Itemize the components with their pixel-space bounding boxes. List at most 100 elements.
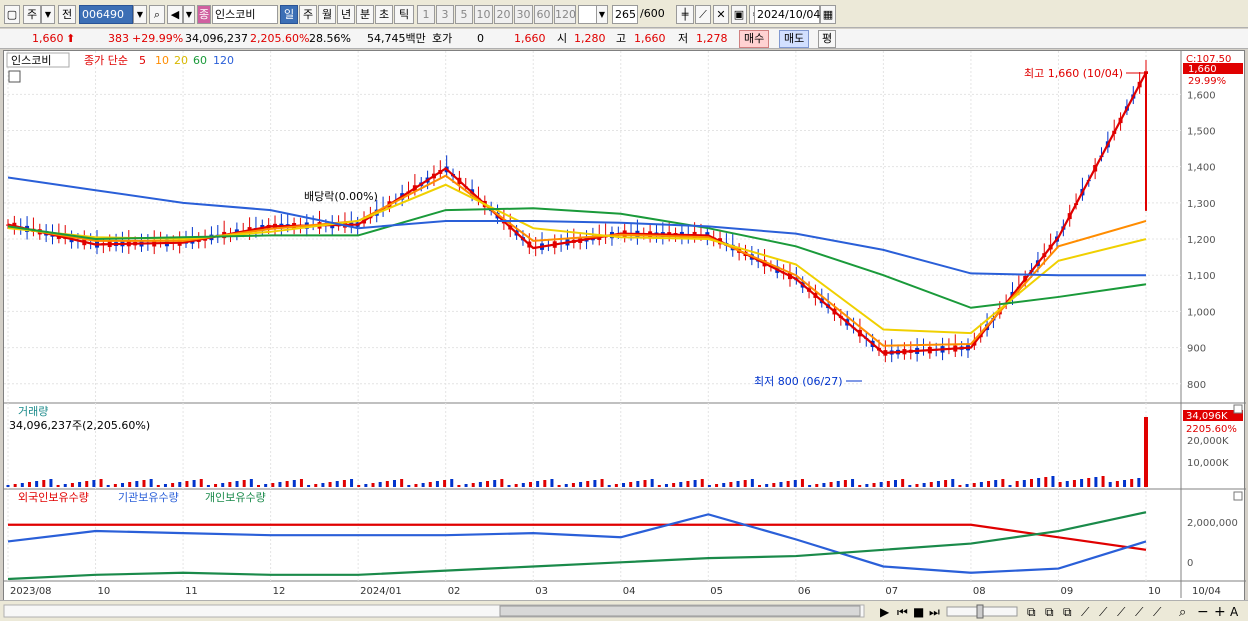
buy-button[interactable]: 매수: [739, 30, 770, 48]
ma-line-60: [7, 207, 1147, 309]
interval-3-button[interactable]: 3: [436, 5, 454, 24]
table-toggle-icon[interactable]: [8, 70, 21, 83]
text-tool-icon[interactable]: A: [1230, 605, 1239, 619]
next-icon[interactable]: ⏭: [929, 605, 940, 619]
interval-5-button[interactable]: 5: [455, 5, 473, 24]
interval-60-button[interactable]: 60: [534, 5, 553, 24]
interval-120-button[interactable]: 120: [554, 5, 576, 24]
calendar-icon[interactable]: ▦: [820, 5, 836, 24]
draw-line-icon[interactable]: ⟋: [695, 5, 711, 24]
period-day-tab[interactable]: 일: [280, 5, 298, 24]
volume-bar: [650, 479, 654, 487]
window-menu-icon[interactable]: ▢: [4, 5, 20, 24]
ma-10-label: 10: [155, 54, 169, 67]
draw-tool-icon[interactable]: ⟋: [1081, 605, 1090, 619]
chart-area[interactable]: 1,600 1,500 1,400 1,300 1,200 1,100 1,000 900 80…: [3, 50, 1246, 617]
x-tick-label: 10: [98, 586, 111, 597]
period-second-tab[interactable]: 초: [375, 5, 393, 24]
volume-bar: [486, 481, 490, 487]
evaluate-button[interactable]: 평: [818, 30, 837, 48]
prefix-label[interactable]: 전: [58, 5, 76, 24]
volume-bar: [672, 483, 676, 487]
period-week-tab[interactable]: 주: [299, 5, 317, 24]
volume-panel-close-icon[interactable]: [1233, 404, 1243, 414]
volume-bar: [249, 479, 253, 487]
scrollbar-thumb[interactable]: [499, 605, 861, 617]
interval-dropdown-icon[interactable]: ▼: [596, 5, 608, 24]
market-dropdown-icon[interactable]: ▼: [41, 5, 55, 24]
interval-1-button[interactable]: 1: [417, 5, 435, 24]
layout-3-icon[interactable]: ⧉: [1063, 605, 1072, 619]
crosshair-icon[interactable]: ✕: [713, 5, 729, 24]
volume-bar: [113, 484, 117, 487]
price-change-pct: +29.99%: [132, 32, 184, 45]
chart-canvas[interactable]: 1,600 1,500 1,400 1,300 1,200 1,100 1,000 900 80…: [4, 51, 1246, 617]
low-label: 저: [678, 32, 689, 45]
volume-tag-value: 34,096K: [1186, 411, 1228, 422]
prev-icon[interactable]: ⏮: [897, 605, 908, 619]
volume-bar: [707, 485, 711, 487]
market-select[interactable]: 주: [23, 5, 41, 24]
volume-bar: [400, 479, 404, 487]
draw-tool-5-icon[interactable]: ⟋: [1153, 605, 1162, 619]
dividend-annotation: 배당락(0.00%): [304, 190, 378, 203]
volume-bar: [1123, 480, 1127, 487]
sell-button[interactable]: 매도: [779, 30, 810, 48]
volume-bar: [679, 482, 683, 487]
play-icon[interactable]: ▶: [880, 605, 890, 619]
volume-bar: [128, 482, 132, 487]
price-y-tick-label: 1,600: [1187, 90, 1216, 101]
volume-pct: 2,205.60%: [250, 32, 310, 45]
volume-bar: [371, 483, 375, 487]
institution-holdings-label: 기관보유수량: [118, 491, 179, 504]
y-axis-ticks: 1,600 1,500 1,400 1,300 1,200 1,100 1,000 900 80…: [1187, 90, 1238, 569]
zoom-slider-handle[interactable]: [976, 604, 984, 619]
stock-code-input[interactable]: 006490: [79, 5, 133, 24]
volume-bar: [364, 484, 368, 487]
speaker-icon[interactable]: ◀: [167, 5, 183, 24]
period-minute-tab[interactable]: 분: [356, 5, 374, 24]
search-icon[interactable]: ⌕: [149, 5, 165, 24]
save-icon[interactable]: ▣: [731, 5, 747, 24]
draw-tool-3-icon[interactable]: ⟋: [1117, 605, 1126, 619]
volume-bar: [1029, 479, 1033, 487]
volume-bar: [729, 482, 733, 487]
period-month-tab[interactable]: 월: [318, 5, 336, 24]
date-input[interactable]: 2024/10/04: [754, 5, 820, 24]
minus-icon[interactable]: −: [1197, 604, 1209, 620]
bottom-navigation: ▶ ⏮ ■ ⏭ ⧉ ⧉ ⧉ ⟋ ⟋ ⟋ ⟋ ⟋ ⌕ − + A: [0, 600, 1248, 621]
draw-tool-2-icon[interactable]: ⟋: [1099, 605, 1108, 619]
stock-name-field[interactable]: 인스코비: [212, 5, 278, 24]
volume-bar: [149, 479, 153, 487]
interval-30-button[interactable]: 30: [514, 5, 533, 24]
draw-tool-4-icon[interactable]: ⟋: [1135, 605, 1144, 619]
candle-type-icon[interactable]: ╪: [676, 5, 694, 24]
price-change: 383: [108, 32, 129, 45]
volume-bar: [1101, 476, 1105, 487]
volume-bar: [922, 483, 926, 487]
plus-icon[interactable]: +: [1214, 604, 1226, 620]
volume-bar: [1087, 478, 1091, 487]
code-dropdown-icon[interactable]: ▼: [133, 5, 147, 24]
volume-bar: [70, 483, 74, 487]
volume-bar: [92, 480, 96, 487]
volume-bar: [507, 485, 511, 487]
volume-bar: [192, 480, 196, 487]
speaker-dropdown-icon[interactable]: ▼: [183, 5, 195, 24]
volume-bar: [435, 481, 439, 487]
zoom-icon[interactable]: ⌕: [1179, 605, 1186, 620]
volume-bar: [557, 485, 561, 487]
volume-bar: [793, 480, 797, 487]
holdings-y-tick-label: 0: [1187, 558, 1193, 569]
period-year-tab[interactable]: 년: [337, 5, 355, 24]
volume-bar: [815, 484, 819, 487]
layout-2-icon[interactable]: ⧉: [1045, 605, 1054, 619]
layout-icon[interactable]: ⧉: [1027, 605, 1036, 619]
holdings-panel-close-icon[interactable]: [1233, 491, 1243, 501]
stop-icon[interactable]: ■: [913, 605, 924, 619]
count-input[interactable]: 265: [612, 5, 638, 24]
interval-10-button[interactable]: 10: [474, 5, 493, 24]
volume-bar: [586, 481, 590, 487]
period-tick-tab[interactable]: 틱: [394, 5, 414, 24]
interval-20-button[interactable]: 20: [494, 5, 513, 24]
